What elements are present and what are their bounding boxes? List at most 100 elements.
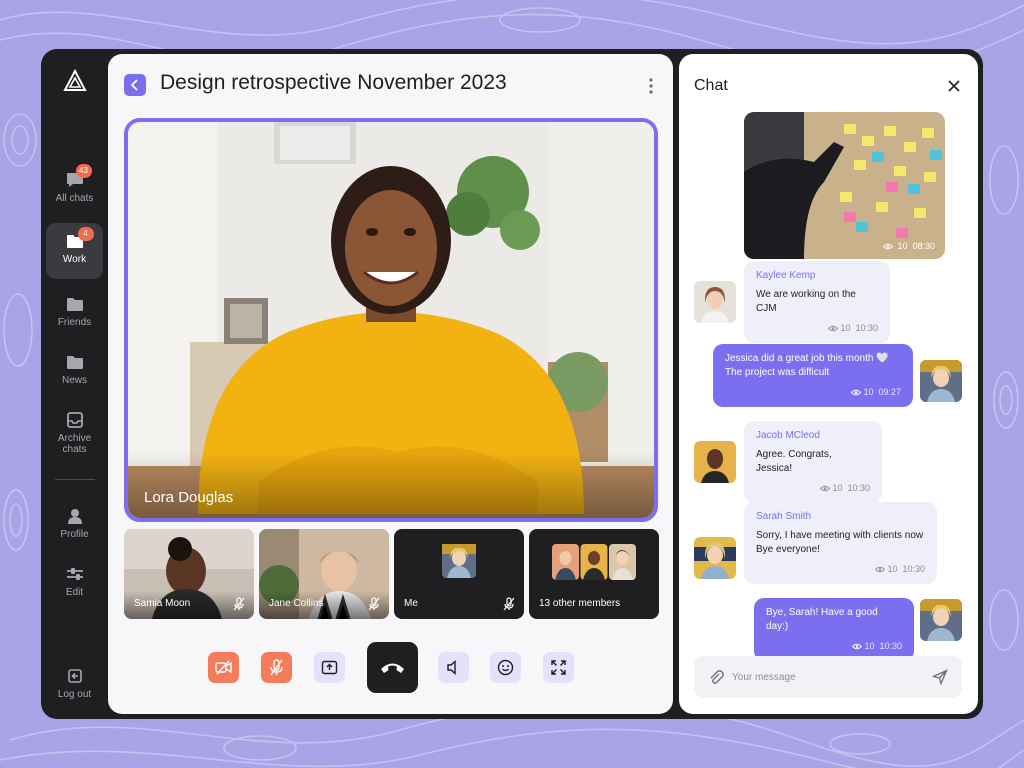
avatar[interactable] [694,281,736,323]
message-text: Sorry, I have meeting with clients now B… [756,530,924,555]
sidebar-item-label: Work [62,254,87,265]
participant-tile[interactable]: Samia Moon [124,529,254,619]
shared-photo-image [744,112,945,259]
share-screen-icon [321,660,338,675]
message-meta: 10 09:27 [725,385,901,399]
message-sender: Sarah Smith [756,511,812,522]
message-meta: 10 10:30 [756,481,870,495]
chat-title: Chat [694,77,728,94]
chat-message: Sarah Smith Sorry, I have meeting with c… [744,502,937,584]
message-time: 09:27 [878,387,901,397]
close-icon[interactable] [947,79,961,93]
fullscreen-button[interactable] [543,652,574,683]
sidebar-item-label: Friends [57,317,92,328]
message-meta: 10 10:30 [756,321,878,335]
video-off-icon [215,660,232,675]
app-logo-icon [63,69,87,91]
sidebar-divider [55,479,95,480]
message-time: 10:30 [855,323,878,333]
message-input[interactable] [732,667,922,687]
folder-icon: 4 [66,227,94,249]
folder-icon [66,296,84,312]
participant-name: Samia Moon [134,598,191,609]
sidebar-item-label: News [61,375,87,386]
sidebar-item-edit[interactable]: Edit [46,556,103,602]
sidebar-item-label: Log out [57,689,92,700]
message-text: Bye, Sarah! Have a good day:) [766,607,878,632]
participant-name: Me [404,598,418,609]
page-title: Design retrospective November 2023 [160,71,507,94]
send-icon[interactable] [932,669,948,685]
participant-tile[interactable]: Jane Collins [259,529,389,619]
chat-bubble-icon: 43 [66,164,92,188]
sidebar-item-friends[interactable]: Friends [46,286,103,332]
avatar-self[interactable] [920,599,962,641]
back-button[interactable] [124,74,146,96]
sidebar-item-archive-chats[interactable]: Archive chats [46,402,103,460]
view-count: 10 [864,641,875,651]
sidebar-item-work[interactable]: 4 Work [46,223,103,279]
message-meta: 10 10:30 [756,562,925,576]
sidebar-item-log-out[interactable]: Log out [46,658,103,704]
message-time: 08:30 [912,241,935,251]
toggle-mic-button[interactable] [261,652,292,683]
toggle-video-button[interactable] [208,652,239,683]
message-sender: Kaylee Kemp [756,270,816,281]
chat-message-outgoing: Bye, Sarah! Have a good day:) 10 10:30 [754,598,914,661]
fullscreen-icon [551,660,566,675]
media-meta: 10 08:30 [882,241,935,251]
more-options-icon[interactable] [647,76,655,96]
message-meta: 10 10:30 [766,639,902,653]
other-members-tile[interactable]: 13 other members [529,529,659,619]
unread-badge: 4 [77,227,94,241]
message-time: 10:30 [902,564,925,574]
self-avatar-image [442,544,476,578]
view-count: 10 [840,323,851,333]
message-composer [694,656,962,698]
view-count: 10 [887,564,898,574]
sidebar-item-all-chats[interactable]: 43 All chats [46,162,103,214]
emoji-button[interactable] [490,652,521,683]
emoji-icon [497,659,514,676]
share-screen-button[interactable] [314,652,345,683]
sidebar-item-label: All chats [55,193,94,204]
chat-message: Jacob MCleod Agree. Congrats, Jessica! 1… [744,421,882,503]
participant-name: Jane Collins [269,598,324,609]
speaker-name: Lora Douglas [144,489,234,506]
app-window: 43 All chats 4 Work Friends News Archive… [41,49,983,719]
avatar-self[interactable] [920,360,962,402]
message-text: Agree. Congrats, Jessica! [756,449,832,474]
avatar[interactable] [694,441,736,483]
views-icon [820,485,831,492]
sidebar-item-label: Archive chats [57,433,92,455]
message-time: 10:30 [879,641,902,651]
participant-tile-me[interactable]: Me [394,529,524,619]
media-message[interactable]: 10 08:30 [744,112,945,259]
chat-panel: Chat 10 08:30 Kaylee Kemp We are working… [679,54,978,714]
main-speaker-video: Lora Douglas [124,118,658,522]
message-time: 10:30 [847,483,870,493]
archive-icon [66,412,84,428]
views-icon [828,325,839,332]
views-icon [882,243,893,250]
sliders-icon [66,566,84,582]
view-count: 10 [897,241,908,251]
speaker-video-image [128,122,654,518]
sidebar-item-profile[interactable]: Profile [46,498,103,544]
folder-icon [66,354,84,370]
other-members-avatars [552,544,636,580]
speaker-button[interactable] [438,652,469,683]
sidebar-item-label: Profile [60,529,89,540]
paperclip-icon[interactable] [708,669,724,685]
sidebar-item-news[interactable]: News [46,344,103,390]
chat-message: Kaylee Kemp We are working on the CJM 10… [744,261,890,343]
sidebar-item-label: Edit [65,587,84,598]
mic-off-icon [233,597,245,611]
end-call-button[interactable] [367,642,418,693]
mic-off-icon [270,659,283,676]
logout-icon [66,668,84,684]
unread-badge: 43 [75,164,92,178]
views-icon [875,566,886,573]
avatar[interactable] [694,537,736,579]
views-icon [851,389,862,396]
